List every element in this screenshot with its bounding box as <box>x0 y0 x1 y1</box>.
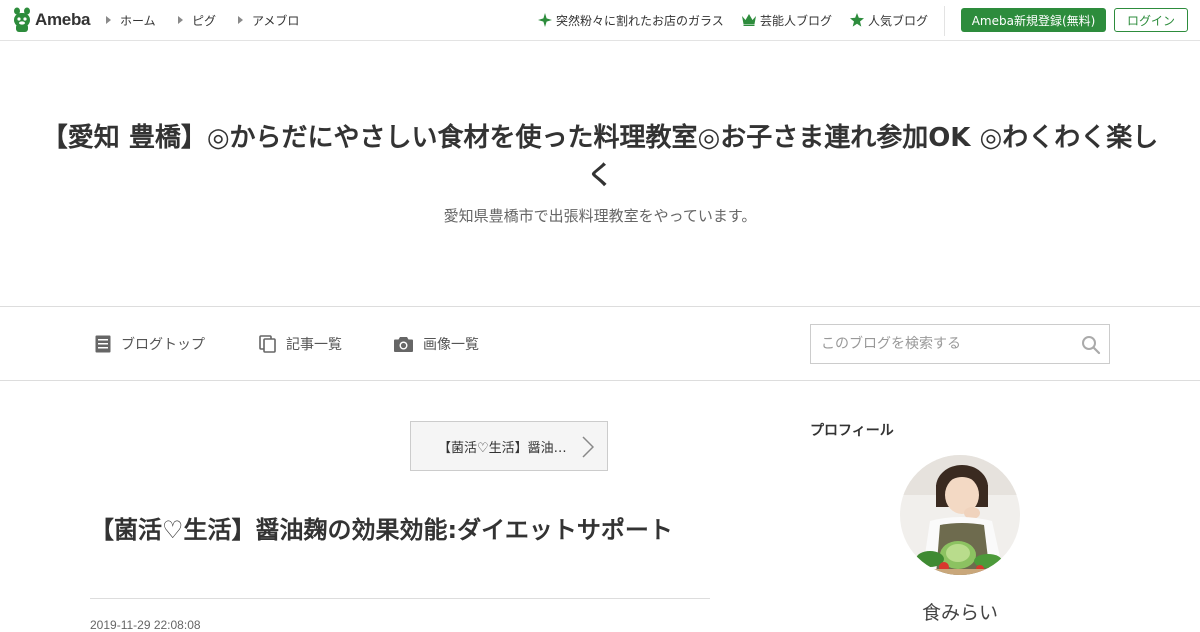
popular-blogs-label: 人気ブログ <box>868 13 929 28</box>
sparkle-icon <box>538 13 552 27</box>
chevron-right-icon <box>582 436 594 458</box>
nav-ameblo[interactable]: アメブロ <box>238 12 299 28</box>
ameba-logo[interactable]: Ameba <box>12 7 90 33</box>
ameba-mascot-icon <box>14 7 30 32</box>
document-icon <box>95 335 111 353</box>
camera-icon <box>394 337 413 352</box>
article-divider <box>90 598 710 599</box>
article-title[interactable]: 【菌活♡生活】醤油麹の効果効能:ダイエットサポート <box>90 512 710 549</box>
header-divider <box>944 6 945 36</box>
nav-pigg[interactable]: ピグ <box>178 12 216 28</box>
celebrity-blogs-label: 芸能人ブログ <box>760 13 833 28</box>
profile-name[interactable]: 食みらい <box>810 598 1110 625</box>
global-header: Ameba ホーム ピグ アメブロ 突然粉々に割れたお店のガラス 芸能人ブログ … <box>0 0 1200 41</box>
blog-title[interactable]: 【愛知 豊橋】◎からだにやさしい食材を使った料理教室◎お子さま連れ参加OK ◎わ… <box>40 119 1160 195</box>
star-icon <box>850 13 864 27</box>
blog-description: 愛知県豊橋市で出張料理教室をやっています。 <box>443 207 757 225</box>
blog-top-link[interactable]: ブログトップ <box>95 333 205 355</box>
avatar[interactable] <box>900 455 1020 575</box>
blog-menu: ブログトップ 記事一覧 画像一覧 <box>0 308 1200 381</box>
blog-search <box>810 324 1110 364</box>
entry-list-link[interactable]: 記事一覧 <box>259 333 342 355</box>
entry-list-label: 記事一覧 <box>286 337 342 353</box>
next-entry-button[interactable]: 【菌活♡生活】醤油… <box>410 421 608 471</box>
logo-text: Ameba <box>35 10 91 29</box>
caret-right-icon <box>178 16 183 24</box>
nav-home[interactable]: ホーム <box>106 12 156 28</box>
nav-ameblo-label: アメブロ <box>252 13 300 28</box>
register-button[interactable]: Ameba新規登録(無料) <box>961 8 1106 32</box>
caret-right-icon <box>238 16 243 24</box>
profile-photo <box>900 455 1020 575</box>
image-list-label: 画像一覧 <box>423 337 479 353</box>
crown-icon <box>742 14 756 26</box>
nav-home-label: ホーム <box>120 13 156 28</box>
next-entry-label: 【菌活♡生活】醤油… <box>438 440 567 456</box>
search-icon[interactable] <box>1081 335 1101 355</box>
caret-right-icon <box>106 16 111 24</box>
profile-heading: プロフィール <box>810 423 894 439</box>
celebrity-blogs-link[interactable]: 芸能人ブログ <box>742 12 832 28</box>
trending-news-link[interactable]: 突然粉々に割れたお店のガラス <box>538 12 724 28</box>
nav-pigg-label: ピグ <box>192 13 217 28</box>
login-button[interactable]: ログイン <box>1114 8 1188 32</box>
copy-icon <box>259 335 276 353</box>
trending-news-label: 突然粉々に割れたお店のガラス <box>556 13 724 28</box>
blog-header: 【愛知 豊橋】◎からだにやさしい食材を使った料理教室◎お子さま連れ参加OK ◎わ… <box>0 41 1200 307</box>
blog-search-input[interactable] <box>811 325 1071 363</box>
image-list-link[interactable]: 画像一覧 <box>394 333 479 355</box>
popular-blogs-link[interactable]: 人気ブログ <box>850 12 928 28</box>
blog-top-label: ブログトップ <box>121 337 205 353</box>
